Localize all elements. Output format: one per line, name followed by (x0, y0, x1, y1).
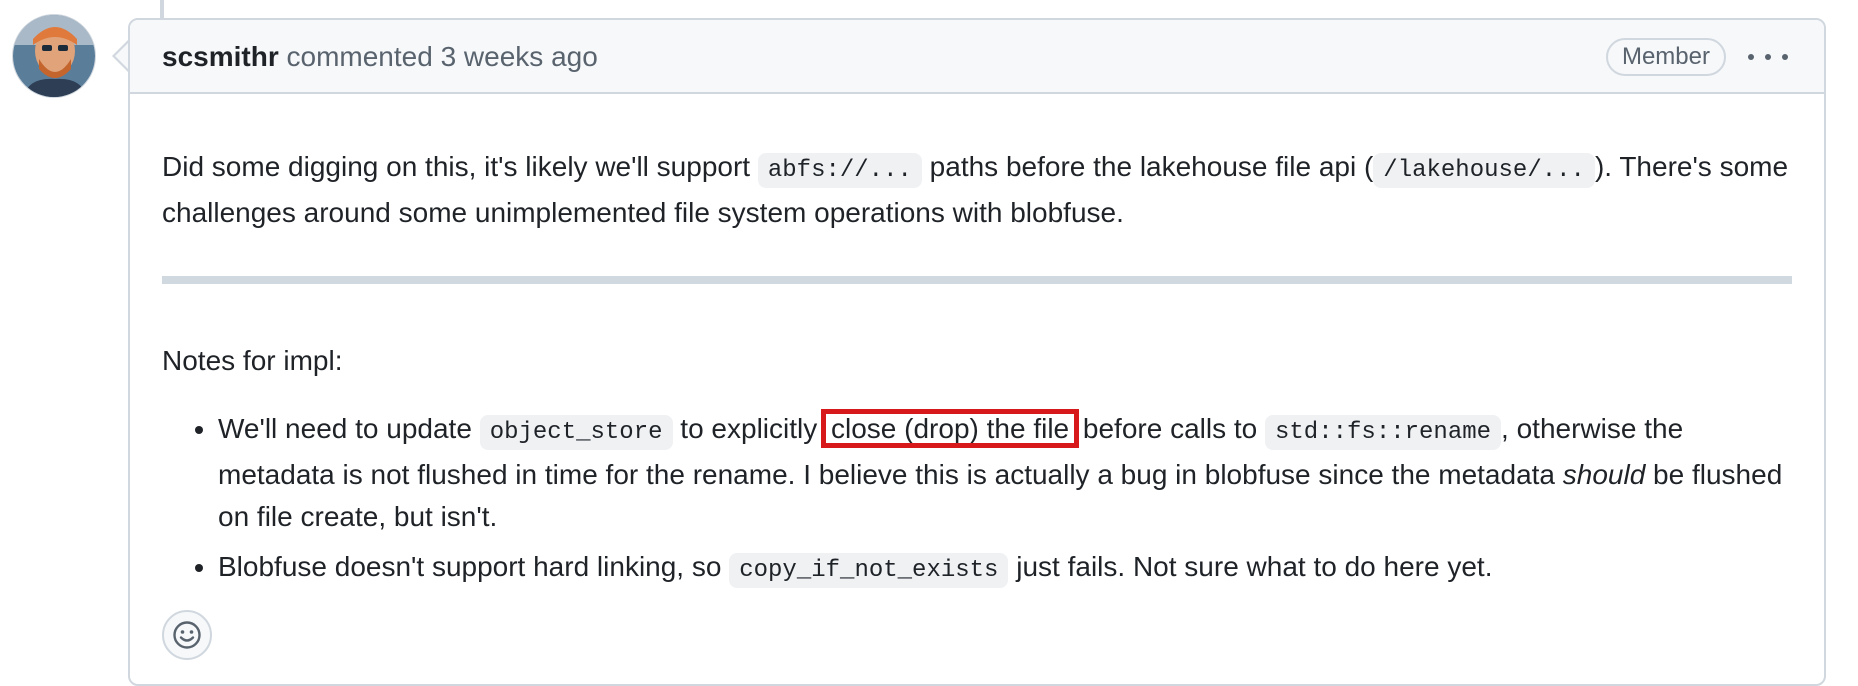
text-segment: to explicitly (672, 413, 826, 444)
highlighted-text: close (drop) the file (821, 409, 1080, 448)
avatar-image (13, 15, 95, 97)
emphasis: should (1562, 459, 1646, 490)
inline-code: std::fs::rename (1265, 415, 1502, 450)
text-segment: just fails. Not sure what to do here yet… (1008, 551, 1493, 582)
inline-code: object_store (479, 415, 673, 450)
avatar[interactable] (12, 14, 96, 98)
text-segment: paths before the lakehouse file api ( (921, 151, 1374, 182)
comment-header: scsmithr commented 3 weeks ago Member (130, 20, 1824, 94)
text-segment: Blobfuse doesn't support hard linking, s… (218, 551, 730, 582)
timeline-line (160, 0, 164, 18)
notes-list: We'll need to update object_store to exp… (162, 408, 1792, 600)
comment-action: commented (286, 41, 433, 72)
kebab-horizontal-icon[interactable] (1748, 42, 1788, 72)
text-segment: We'll need to update (218, 413, 480, 444)
inline-code: /lakehouse/... (1373, 153, 1595, 188)
list-item: Blobfuse doesn't support hard linking, s… (218, 546, 1792, 592)
notes-heading: Notes for impl: (162, 345, 343, 376)
add-reaction-button[interactable] (162, 610, 212, 660)
inline-code: abfs://... (757, 153, 922, 188)
comment-meta: scsmithr commented 3 weeks ago (162, 40, 598, 74)
paragraph-1: Did some digging on this, it's likely we… (162, 146, 1792, 234)
inline-code: copy_if_not_exists (729, 553, 1009, 588)
comment-caret-fill (115, 42, 129, 70)
comment-box: scsmithr commented 3 weeks ago Member Di… (128, 18, 1826, 686)
text-segment: Did some digging on this, it's likely we… (162, 151, 758, 182)
smiley-icon (173, 621, 201, 649)
comment-timestamp[interactable]: 3 weeks ago (441, 41, 598, 72)
author-link[interactable]: scsmithr (162, 41, 279, 72)
role-badge: Member (1605, 38, 1726, 76)
horizontal-rule (162, 276, 1792, 284)
list-item: We'll need to update object_store to exp… (218, 408, 1792, 538)
text-segment: before calls to (1075, 413, 1265, 444)
